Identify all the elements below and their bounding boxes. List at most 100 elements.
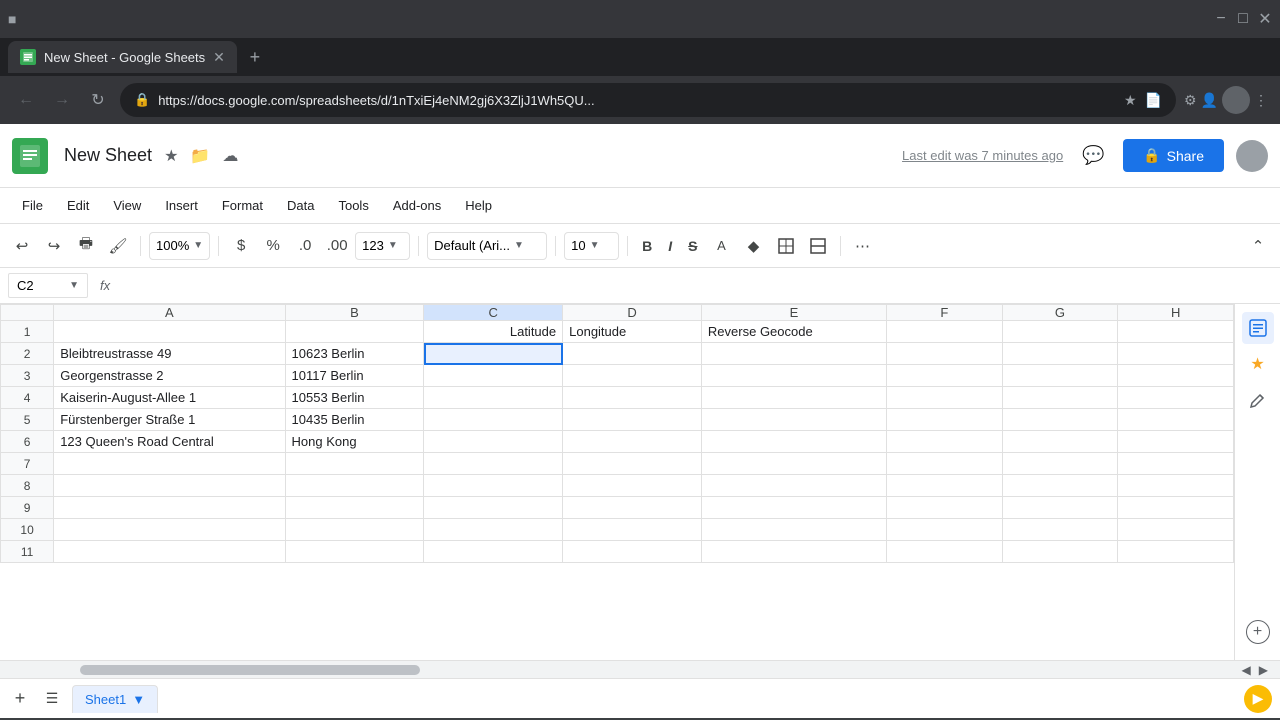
cell-c4[interactable] [424,387,563,409]
text-color-button[interactable]: A [708,232,736,260]
sheet-tab-sheet1[interactable]: Sheet1 ▼ [72,685,158,713]
cell-a1[interactable] [54,321,285,343]
cell-c9[interactable] [424,497,563,519]
cell-a9[interactable] [54,497,285,519]
redo-button[interactable]: ↪ [40,232,68,260]
close-button[interactable]: ✕ [1258,12,1272,26]
url-bar[interactable]: 🔒 https://docs.google.com/spreadsheets/d… [120,83,1176,117]
col-header-f[interactable]: F [886,305,1002,321]
row-number-cell[interactable]: 1 [1,321,54,343]
col-header-b[interactable]: B [285,305,424,321]
cell-f11[interactable] [886,541,1002,563]
add-panel-icon[interactable]: + [1246,620,1270,644]
col-header-c[interactable]: C [424,305,563,321]
collapse-toolbar-button[interactable]: ⌃ [1244,232,1272,260]
currency-button[interactable]: $ [227,232,255,260]
cell-c5[interactable] [424,409,563,431]
cell-h10[interactable] [1118,519,1234,541]
cell-b2[interactable]: 10623 Berlin [285,343,424,365]
font-size-select[interactable]: 10 ▼ [564,232,619,260]
cell-a3[interactable]: Georgenstrasse 2 [54,365,285,387]
cell-c2[interactable] [424,343,563,365]
cell-d4[interactable] [563,387,702,409]
row-number-cell[interactable]: 3 [1,365,54,387]
back-button[interactable]: ← [12,86,40,114]
minimize-button[interactable]: − [1214,12,1228,26]
edit-panel-icon[interactable] [1242,384,1274,416]
cell-e3[interactable] [701,365,886,387]
tab-close-button[interactable]: ✕ [213,49,225,66]
cell-e11[interactable] [701,541,886,563]
row-number-cell[interactable]: 4 [1,387,54,409]
cell-h9[interactable] [1118,497,1234,519]
more-toolbar-button[interactable]: ⋯ [849,232,877,260]
percent-button[interactable]: % [259,232,287,260]
cell-b9[interactable] [285,497,424,519]
col-header-g[interactable]: G [1002,305,1118,321]
cell-c6[interactable] [424,431,563,453]
cell-b4[interactable]: 10553 Berlin [285,387,424,409]
cell-b10[interactable] [285,519,424,541]
col-header-e[interactable]: E [701,305,886,321]
cell-f6[interactable] [886,431,1002,453]
folder-icon[interactable]: 📁 [190,146,210,166]
share-button[interactable]: 🔒 Share [1123,139,1224,172]
row-number-cell[interactable]: 11 [1,541,54,563]
merge-cells-button[interactable] [804,232,832,260]
cell-c10[interactable] [424,519,563,541]
scroll-left-icon[interactable]: ◀ [1242,663,1251,677]
cell-e1[interactable]: Reverse Geocode [701,321,886,343]
cell-e8[interactable] [701,475,886,497]
doc-title[interactable]: New Sheet [64,145,152,166]
cell-g2[interactable] [1002,343,1118,365]
cell-d8[interactable] [563,475,702,497]
cell-g8[interactable] [1002,475,1118,497]
cell-d1[interactable]: Longitude [563,321,702,343]
cell-g1[interactable] [1002,321,1118,343]
cell-d9[interactable] [563,497,702,519]
cell-d3[interactable] [563,365,702,387]
cell-h11[interactable] [1118,541,1234,563]
cell-g7[interactable] [1002,453,1118,475]
cell-e7[interactable] [701,453,886,475]
forward-button[interactable]: → [48,86,76,114]
sheet-explore-button[interactable]: ▶ [1244,685,1272,713]
cell-e2[interactable] [701,343,886,365]
cell-g10[interactable] [1002,519,1118,541]
cell-reference-input[interactable]: C2 ▼ [8,273,88,298]
sheets-panel-icon[interactable] [1242,312,1274,344]
cell-e6[interactable] [701,431,886,453]
cell-f7[interactable] [886,453,1002,475]
cell-g11[interactable] [1002,541,1118,563]
cell-f1[interactable] [886,321,1002,343]
decimal-decrease-button[interactable]: .0 [291,232,319,260]
cell-d6[interactable] [563,431,702,453]
user-avatar[interactable] [1222,86,1250,114]
cell-g6[interactable] [1002,431,1118,453]
menu-data[interactable]: Data [277,194,324,217]
fill-color-button[interactable]: ◆ [740,232,768,260]
menu-file[interactable]: File [12,194,53,217]
bookmark-star-icon[interactable]: ★ [1124,92,1137,109]
row-number-cell[interactable]: 5 [1,409,54,431]
reload-button[interactable]: ↻ [84,86,112,114]
col-header-a[interactable]: A [54,305,285,321]
cell-f8[interactable] [886,475,1002,497]
row-number-cell[interactable]: 2 [1,343,54,365]
cell-c1[interactable]: Latitude [424,321,563,343]
explore-icon[interactable]: ▶ [1244,685,1272,713]
strikethrough-button[interactable]: S [682,232,703,260]
more-menu-icon[interactable]: ⋮ [1254,92,1268,109]
cell-e4[interactable] [701,387,886,409]
cell-g4[interactable] [1002,387,1118,409]
cell-h4[interactable] [1118,387,1234,409]
bold-button[interactable]: B [636,232,658,260]
cell-e9[interactable] [701,497,886,519]
undo-button[interactable]: ↩ [8,232,36,260]
cell-a4[interactable]: Kaiserin-August-Allee 1 [54,387,285,409]
cell-h3[interactable] [1118,365,1234,387]
user-profile-avatar[interactable] [1236,140,1268,172]
cell-c3[interactable] [424,365,563,387]
menu-help[interactable]: Help [455,194,502,217]
cell-b5[interactable]: 10435 Berlin [285,409,424,431]
